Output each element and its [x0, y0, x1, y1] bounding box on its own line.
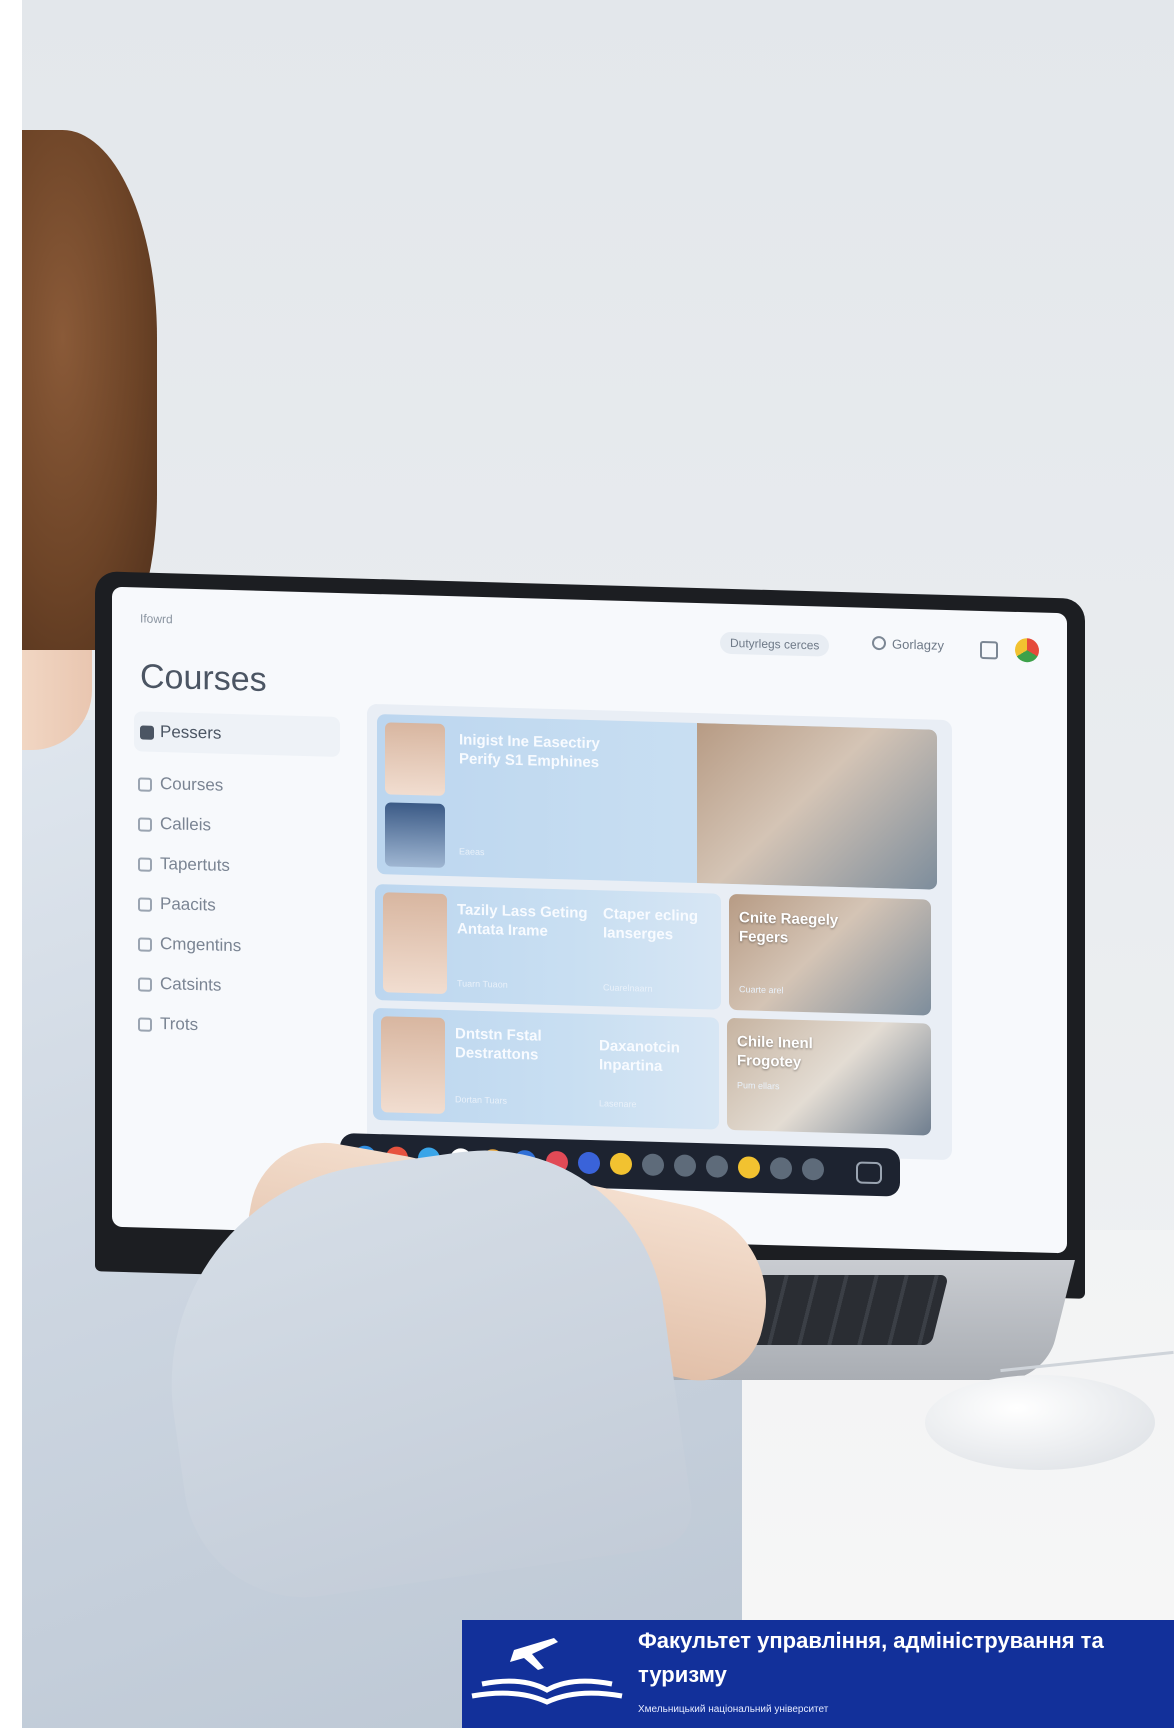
window-switch-icon[interactable]	[856, 1161, 882, 1185]
course-title: Chile Inenl Frogotey	[737, 1033, 813, 1071]
sidebar-item[interactable]: Cmgentins	[122, 923, 352, 969]
menu-label[interactable]: Ifowrd	[140, 611, 173, 626]
course-title: Daxanotcin Inpartina	[599, 1037, 680, 1076]
banner-subtitle: Хмельницький національний університет	[638, 1704, 829, 1715]
course-title: Ctaper ecling Ianserges	[603, 905, 699, 944]
sidebar-item-label: Calleis	[160, 814, 212, 835]
header-pill[interactable]: Dutyrlegs cerces	[720, 631, 830, 657]
banner-title-line2: туризму	[638, 1662, 727, 1687]
course-title: Inigist Ine Easectiry Perify S1 Emphines	[459, 731, 600, 772]
course-card[interactable]: Cnite Raegely Fegers Cuarte arel	[729, 893, 931, 1016]
sidebar-item[interactable]: Calleis	[122, 803, 352, 849]
course-thumbnail	[385, 802, 445, 868]
course-subtitle: Cuarte arel	[739, 984, 784, 996]
sidebar-icon	[138, 1017, 152, 1032]
course-photo	[697, 723, 937, 890]
course-subtitle: Lasenare	[599, 1098, 637, 1110]
dock-app-icon[interactable]	[738, 1156, 760, 1179]
course-title: Cnite Raegely Fegers	[739, 909, 839, 947]
search-icon	[872, 635, 886, 651]
sidebar-icon	[138, 857, 152, 872]
sidebar-icon	[138, 777, 152, 792]
dock-app-icon[interactable]	[674, 1154, 696, 1177]
sidebar-item-label: Pessers	[160, 722, 222, 743]
course-thumbnail	[381, 1016, 445, 1114]
sidebar-icon	[138, 817, 152, 832]
laptop-screen: Ifowrd Dutyrlegs cerces Gorlagzy Courses…	[112, 586, 1067, 1254]
sidebar-item-label: Catsints	[160, 974, 222, 995]
sidebar-item-label: Courses	[160, 774, 224, 795]
airplane-book-icon	[471, 1638, 623, 1705]
course-thumbnail	[385, 722, 445, 796]
course-subtitle: Tuarn Tuaon	[457, 978, 508, 990]
course-card[interactable]: Tazily Lass Geting Antata Irame Tuarn Tu…	[375, 884, 721, 1010]
course-title: Dntstn Fstal Destrattons	[455, 1025, 542, 1064]
course-subtitle: Eaeas	[459, 846, 485, 858]
course-grid: Inigist Ine Easectiry Perify S1 Emphines…	[367, 703, 952, 1161]
sidebar-item-label: Trots	[160, 1014, 199, 1035]
dock-app-icon[interactable]	[802, 1157, 824, 1181]
faculty-banner: Факультет управління, адміністрування та…	[462, 1620, 1174, 1728]
share-icon[interactable]	[980, 640, 998, 660]
sidebar-icon	[138, 977, 152, 992]
sidebar-item-label: Paacits	[160, 894, 216, 915]
sidebar-item-label: Cmgentins	[160, 934, 242, 956]
course-thumbnail	[383, 892, 447, 995]
sidebar-item[interactable]: Courses	[122, 763, 352, 809]
search-text: Gorlagzy	[892, 636, 945, 653]
sidebar-item-label: Tapertuts	[160, 854, 230, 875]
dock-app-icon[interactable]	[706, 1155, 728, 1178]
left-margin	[0, 0, 22, 1728]
course-subtitle: Cuarelnaarn	[603, 982, 653, 994]
sidebar-item[interactable]: Trots	[122, 1003, 352, 1049]
banner-title-line1: Факультет управління, адміністрування та	[638, 1628, 1104, 1653]
course-title: Tazily Lass Geting Antata Irame	[457, 901, 588, 940]
sidebar-item[interactable]: Paacits	[122, 883, 352, 929]
dock-app-icon[interactable]	[770, 1157, 792, 1180]
search-field[interactable]: Gorlagzy	[872, 635, 945, 653]
sidebar: Pessers Courses Calleis Tapertuts Paacit…	[122, 711, 352, 1049]
sidebar-icon	[138, 897, 152, 912]
sidebar-item[interactable]: Pessers	[134, 711, 340, 758]
photo-scene: Ifowrd Dutyrlegs cerces Gorlagzy Courses…	[0, 0, 1174, 1728]
course-card[interactable]: Chile Inenl Frogotey Pum ellars	[727, 1017, 931, 1136]
page-title: Courses	[140, 657, 267, 699]
dock-app-icon[interactable]	[642, 1153, 664, 1177]
sidebar-item[interactable]: Tapertuts	[122, 843, 352, 889]
sidebar-item[interactable]: Catsints	[122, 963, 352, 1009]
computer-mouse	[925, 1375, 1155, 1470]
dock-app-icon[interactable]	[578, 1151, 600, 1175]
dock-app-icon[interactable]	[610, 1152, 632, 1176]
sidebar-icon	[138, 937, 152, 952]
course-subtitle: Pum ellars	[737, 1080, 780, 1092]
avatar[interactable]	[1015, 637, 1039, 663]
course-card[interactable]: Dntstn Fstal Destrattons Dortan Tuars Da…	[373, 1007, 719, 1130]
course-subtitle: Dortan Tuars	[455, 1094, 508, 1106]
sidebar-icon	[140, 725, 154, 740]
course-card[interactable]: Inigist Ine Easectiry Perify S1 Emphines…	[377, 714, 937, 890]
